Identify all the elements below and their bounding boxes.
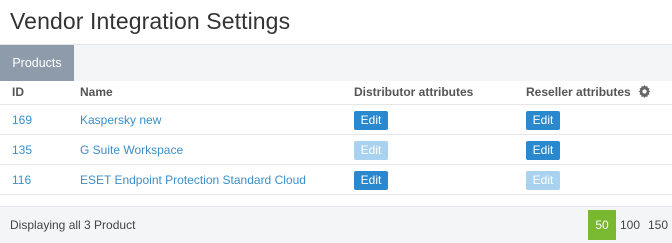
row-name-link[interactable]: ESET Endpoint Protection Standard Cloud [80, 173, 306, 187]
page-title: Vendor Integration Settings [10, 8, 291, 34]
column-header-name[interactable]: Name [80, 80, 354, 105]
reseller-edit-button[interactable]: Edit [526, 141, 560, 160]
row-distributor-cell: Edit [354, 134, 526, 165]
table-row: 135 G Suite Workspace Edit Edit [0, 134, 672, 165]
row-id-cell: 135 [0, 134, 80, 165]
row-name-link[interactable]: G Suite Workspace [80, 143, 183, 157]
distributor-edit-button[interactable]: Edit [354, 111, 388, 130]
page-size-150[interactable]: 150 [644, 210, 672, 240]
row-id-link[interactable]: 116 [12, 173, 31, 187]
display-count-text: Displaying all 3 Product [10, 218, 136, 232]
row-reseller-cell: Edit [526, 164, 672, 195]
distributor-edit-button[interactable]: Edit [354, 171, 388, 190]
row-reseller-cell: Edit [526, 134, 672, 165]
row-id-cell: 169 [0, 104, 80, 135]
tab-bar: Products [0, 44, 672, 81]
distributor-edit-button: Edit [354, 141, 388, 160]
row-name-cell: ESET Endpoint Protection Standard Cloud [80, 164, 354, 195]
row-name-link[interactable]: Kaspersky new [80, 113, 161, 127]
column-header-distributor: Distributor attributes [354, 80, 526, 105]
row-reseller-cell: Edit [526, 104, 672, 135]
page-size-100[interactable]: 100 [616, 210, 644, 240]
gear-icon[interactable] [638, 85, 651, 98]
page-size-50[interactable]: 50 [588, 210, 616, 240]
page-size-selector: 50 100 150 [588, 210, 672, 240]
products-table: ID Name Distributor attributes Reseller … [0, 80, 672, 195]
column-header-reseller-label: Reseller attributes [526, 85, 631, 99]
column-header-id[interactable]: ID [0, 80, 80, 105]
row-name-cell: G Suite Workspace [80, 134, 354, 165]
table-footer: Displaying all 3 Product 50 100 150 [0, 206, 672, 243]
tab-products[interactable]: Products [0, 45, 74, 81]
row-distributor-cell: Edit [354, 104, 526, 135]
row-id-link[interactable]: 135 [12, 143, 32, 157]
table-row: 116 ESET Endpoint Protection Standard Cl… [0, 164, 672, 195]
row-id-cell: 116 [0, 164, 80, 195]
row-id-link[interactable]: 169 [12, 113, 32, 127]
row-name-cell: Kaspersky new [80, 104, 354, 135]
column-header-reseller: Reseller attributes [526, 80, 672, 105]
table-row: 169 Kaspersky new Edit Edit [0, 104, 672, 135]
reseller-edit-button[interactable]: Edit [526, 111, 560, 130]
table-header-row: ID Name Distributor attributes Reseller … [0, 80, 672, 105]
row-distributor-cell: Edit [354, 164, 526, 195]
reseller-edit-button: Edit [526, 171, 560, 190]
